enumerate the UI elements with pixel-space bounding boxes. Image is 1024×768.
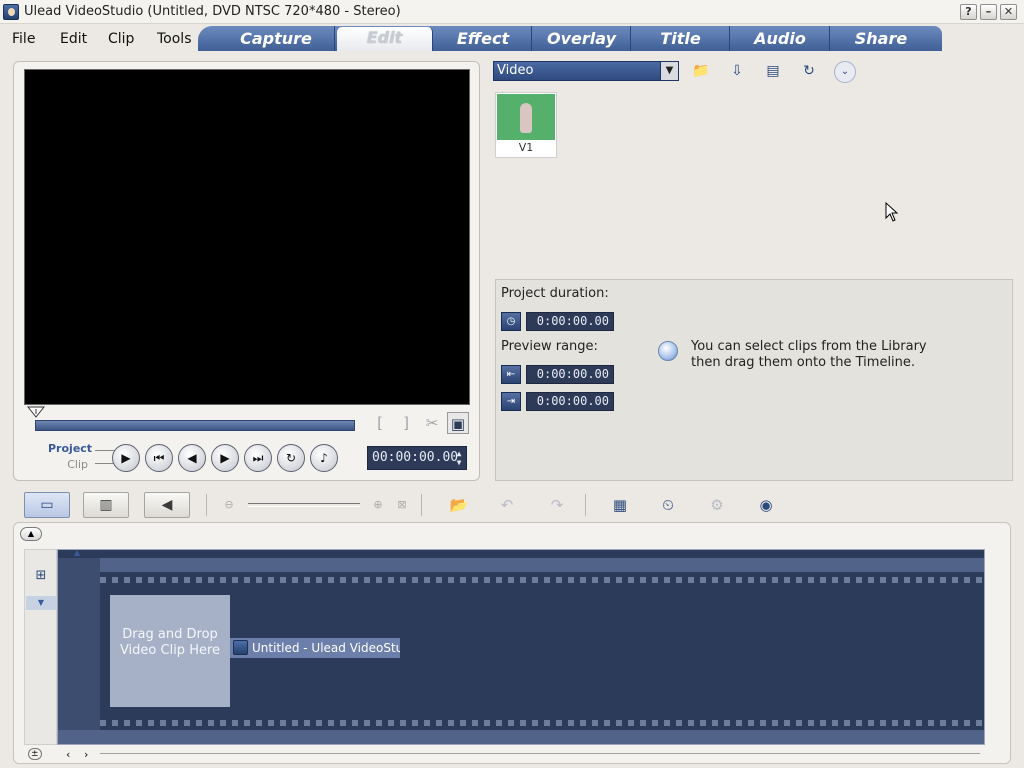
timeline-scrollbar[interactable] [100,753,980,755]
expand-icon[interactable]: ⌄ [834,61,856,83]
collapse-timeline-icon[interactable]: ▲ [20,527,42,541]
range-end-value: 0:00:00.00 [526,392,614,411]
timecode-value: 00:00:00.00 [372,450,459,465]
menu-clip[interactable]: Clip [108,31,134,47]
app-icon [3,4,19,20]
volume-icon[interactable]: ♪ [310,444,338,472]
person-figure-icon [520,103,532,133]
time-icon[interactable]: ⏲ [655,493,681,517]
tab-effect[interactable]: Effect [435,26,532,51]
tab-capture[interactable]: Capture [218,26,335,51]
library-manager-icon[interactable]: ▤ [761,60,785,84]
library-dropdown-value: Video [497,63,534,78]
tab-overlay[interactable]: Overlay [533,26,631,51]
menu-tools[interactable]: Tools [157,31,192,47]
drag-preview-label: Untitled - Ulead VideoStudio [252,641,400,655]
timecode-spinner[interactable]: ▲ ▼ [454,449,464,467]
window-title: Ulead VideoStudio (Untitled, DVD NTSC 72… [24,4,401,19]
library-dropdown[interactable]: Video ▼ [493,61,679,81]
lightbulb-icon [658,341,678,361]
preview-range-label: Preview range: [501,339,598,354]
zoom-toggle-icon[interactable]: ± [28,748,42,760]
zoom-in-icon[interactable]: ⊕ [365,493,391,517]
sort-icon[interactable]: ⇩ [725,60,749,84]
play-icon[interactable]: ▶ [112,444,140,472]
insert-media-icon[interactable]: 📂 [446,493,472,517]
track-toggle-icon[interactable]: ▼ [26,596,56,610]
cut-clip-icon[interactable]: ✂ [421,412,443,434]
timecode-field[interactable]: 00:00:00.00 ▲ ▼ [367,446,467,470]
drop-zone[interactable]: Drag and Drop Video Clip Here [110,595,230,707]
mouse-cursor-icon [885,202,899,222]
mark-out-icon[interactable]: ] [395,412,417,434]
toolbar-separator [585,494,586,516]
audio-view-button[interactable]: ◀ [144,492,190,518]
timeline-view-button[interactable]: ▥ [83,492,129,518]
close-button[interactable]: ✕ [1000,4,1017,20]
scrub-bar[interactable] [35,420,355,431]
clip-label: V1 [518,141,534,154]
mode-project[interactable]: Project [48,442,92,455]
repeat-icon[interactable]: ↻ [277,444,305,472]
range-start-icon: ⇤ [501,365,521,384]
undo-icon[interactable]: ↶ [494,493,520,517]
previous-frame-icon[interactable]: ◀ [178,444,206,472]
toolbar-separator [421,494,422,516]
redo-icon[interactable]: ↷ [544,493,570,517]
mark-in-icon[interactable]: [ [369,412,391,434]
library-clip-thumb[interactable]: V1 [495,92,557,158]
next-frame-icon[interactable]: ▶ [211,444,239,472]
zoom-out-icon[interactable]: ⊖ [216,493,242,517]
toolbar-separator [206,494,207,516]
fit-window-icon[interactable]: ⊠ [389,493,415,517]
minimize-button[interactable]: – [980,4,997,20]
timeline-scroll-row: ± ‹ › [28,748,983,761]
help-button[interactable]: ? [960,4,977,20]
tab-share[interactable]: Share [831,26,931,51]
film-sprocket-bottom [100,720,984,726]
title-bar: Ulead VideoStudio (Untitled, DVD NTSC 72… [0,0,1024,24]
drag-preview: Untitled - Ulead VideoStudio [230,638,400,658]
app-icon [233,640,248,655]
tip-text: You can select clips from the Library th… [691,339,927,370]
clip-thumbnail-image [497,94,555,140]
smart-proxy-icon[interactable]: ▦ [607,493,633,517]
project-duration-value: 0:00:00.00 [526,312,614,331]
timeline-bottom-band [58,730,984,744]
chevron-down-icon[interactable]: ▼ [660,62,678,80]
zoom-slider[interactable] [248,503,360,507]
folder-icon[interactable]: 📁 [689,60,713,84]
project-duration-label: Project duration: [501,286,609,301]
track-left-column [58,558,100,744]
scroll-right-icon[interactable]: › [84,748,88,761]
tab-title[interactable]: Title [632,26,730,51]
surround-sound-icon[interactable]: ◉ [753,493,779,517]
scroll-left-icon[interactable]: ‹ [66,748,70,761]
fullscreen-icon[interactable]: ▣ [447,412,469,434]
menu-edit[interactable]: Edit [60,31,87,47]
batch-convert-icon[interactable]: ⚙ [704,493,730,517]
timeline-ruler[interactable] [100,558,984,572]
mode-clip[interactable]: Clip [48,458,88,471]
clock-icon: ◷ [501,312,521,331]
tab-audio[interactable]: Audio [731,26,830,51]
end-icon[interactable]: ⏭ [244,444,272,472]
tab-edit[interactable]: Edit [337,27,433,51]
home-icon[interactable]: ⏮ [145,444,173,472]
playhead-marker-icon[interactable]: ▲ [74,548,80,557]
range-start-value: 0:00:00.00 [526,365,614,384]
film-sprocket-top [100,577,984,583]
range-end-icon: ⇥ [501,392,521,411]
storyboard-view-button[interactable]: ▭ [24,492,70,518]
refresh-icon[interactable]: ↻ [797,60,821,84]
preview-screen [24,69,470,405]
menu-file[interactable]: File [12,31,35,47]
scrub-handle-icon[interactable] [27,406,45,418]
track-manager-icon[interactable]: ⊞ [26,563,56,589]
